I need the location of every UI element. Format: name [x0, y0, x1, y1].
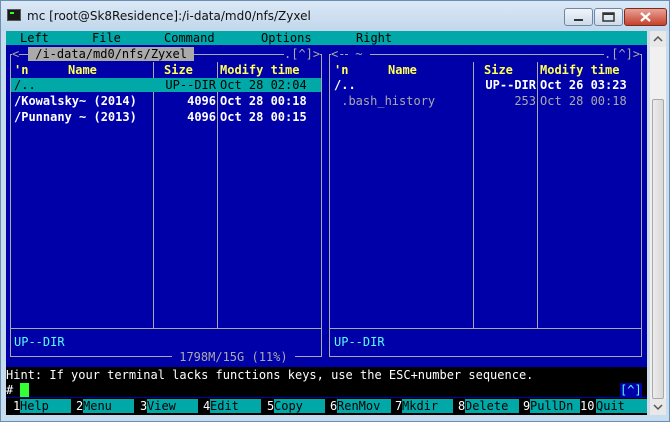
- left-panel-right-border: [321, 54, 322, 357]
- terminal-icon: [7, 9, 21, 21]
- left-panel-status: UP--DIR: [14, 335, 65, 349]
- file-size: 253: [514, 94, 536, 108]
- right-panel-status: UP--DIR: [334, 335, 385, 349]
- hint-text: Hint: If your terminal lacks functions k…: [6, 368, 534, 382]
- scroll-up-button[interactable]: [650, 31, 666, 47]
- minimize-icon: [574, 19, 583, 21]
- left-panel-left-border: [10, 54, 11, 357]
- file-size: UP--DIR: [485, 78, 536, 92]
- right-col-modify[interactable]: Modify time: [540, 63, 619, 77]
- file-date: Oct 28 02:04: [220, 78, 307, 92]
- left-panel-path[interactable]: /i-data/md0/nfs/Zyxel: [28, 47, 195, 61]
- right-panel-left-border: [329, 54, 330, 357]
- left-col-size[interactable]: Size: [164, 63, 193, 77]
- terminal-area[interactable]: Left File Command Options Right < /i-dat…: [6, 31, 647, 415]
- mc-menubar: Left File Command Options Right: [6, 31, 647, 45]
- fkey-menu[interactable]: Menu: [83, 399, 134, 413]
- file-name[interactable]: .bash_history: [334, 94, 435, 108]
- right-panel-bottom-border: [329, 356, 642, 357]
- right-col-separator: [473, 62, 474, 328]
- fkey-number: 10: [580, 399, 595, 413]
- vertical-scrollbar[interactable]: [649, 31, 666, 415]
- scrollbar-thumb[interactable]: [652, 99, 664, 399]
- prompt-corner[interactable]: [^]: [620, 383, 642, 397]
- scroll-down-button[interactable]: [650, 399, 666, 415]
- close-button[interactable]: [624, 8, 667, 26]
- file-size: 4096: [187, 110, 216, 124]
- fkey-delete[interactable]: Delete: [465, 399, 519, 413]
- fkey-copy[interactable]: Copy: [274, 399, 325, 413]
- file-size: UP--DIR: [165, 78, 216, 92]
- right-panel-right-border: [641, 54, 642, 357]
- menu-command[interactable]: Command: [164, 31, 215, 45]
- right-panel-top-border: [329, 54, 642, 55]
- file-date: Oct 26 03:23: [540, 78, 627, 92]
- left-panel-corner[interactable]: .[^]>: [284, 47, 321, 61]
- window-title: mc [root@Sk8Residence]:/i-data/md0/nfs/Z…: [27, 9, 311, 23]
- left-col-n[interactable]: 'n: [14, 63, 28, 77]
- left-col-separator: [153, 62, 154, 328]
- left-col-modify[interactable]: Modify time: [220, 63, 299, 77]
- file-name[interactable]: /Punnany ~ (2013): [14, 110, 137, 124]
- maximize-icon: [602, 12, 615, 22]
- cursor: [20, 383, 29, 397]
- fkey-renmov[interactable]: RenMov: [337, 399, 391, 413]
- chevron-down-icon: [653, 404, 663, 411]
- command-prompt[interactable]: # [^]: [6, 383, 647, 397]
- menu-options[interactable]: Options: [261, 31, 312, 45]
- fkey-quit[interactable]: Quit: [596, 399, 647, 413]
- right-panel-path[interactable]: ~: [348, 47, 370, 61]
- left-panel-status-separator: [10, 328, 322, 329]
- fkey-help[interactable]: Help: [20, 399, 71, 413]
- fkey-edit[interactable]: Edit: [210, 399, 261, 413]
- right-col-size[interactable]: Size: [484, 63, 513, 77]
- menu-file[interactable]: File: [92, 31, 121, 45]
- hint-bar: Hint: If your terminal lacks functions k…: [6, 367, 647, 383]
- file-name[interactable]: /..: [14, 78, 36, 92]
- menu-right[interactable]: Right: [356, 31, 392, 45]
- right-col-n[interactable]: 'n: [334, 63, 348, 77]
- prompt-symbol: #: [6, 383, 14, 397]
- file-name[interactable]: /..: [334, 78, 356, 92]
- file-name[interactable]: /Kowalsky~ (2014): [14, 94, 137, 108]
- title-bar[interactable]: mc [root@Sk8Residence]:/i-data/md0/nfs/Z…: [1, 1, 669, 31]
- chevron-up-icon: [653, 35, 663, 42]
- fkey-mkdir[interactable]: Mkdir: [402, 399, 453, 413]
- close-icon: [640, 12, 651, 22]
- left-col-separator: [217, 62, 218, 328]
- app-window: mc [root@Sk8Residence]:/i-data/md0/nfs/Z…: [0, 0, 670, 422]
- maximize-button[interactable]: [594, 8, 623, 26]
- disk-usage: 1798M/15G (11%): [172, 350, 295, 364]
- right-col-separator: [537, 62, 538, 328]
- file-date: Oct 28 00:18: [220, 94, 307, 108]
- fkey-pulldn[interactable]: PullDn: [530, 399, 580, 413]
- function-key-bar: 1 Help 2 Menu 3 View 4 Edit 5 Copy 6 Ren…: [6, 398, 647, 415]
- right-panel-corner[interactable]: .[^]>: [604, 47, 641, 61]
- file-size: 4096: [187, 94, 216, 108]
- minimize-button[interactable]: [564, 8, 593, 26]
- file-date: Oct 28 00:15: [220, 110, 307, 124]
- file-date: Oct 28 00:18: [540, 94, 627, 108]
- right-panel-status-separator: [329, 328, 642, 329]
- fkey-view[interactable]: View: [147, 399, 198, 413]
- right-col-name[interactable]: Name: [388, 63, 417, 77]
- menu-left[interactable]: Left: [20, 31, 49, 45]
- left-col-name[interactable]: Name: [68, 63, 97, 77]
